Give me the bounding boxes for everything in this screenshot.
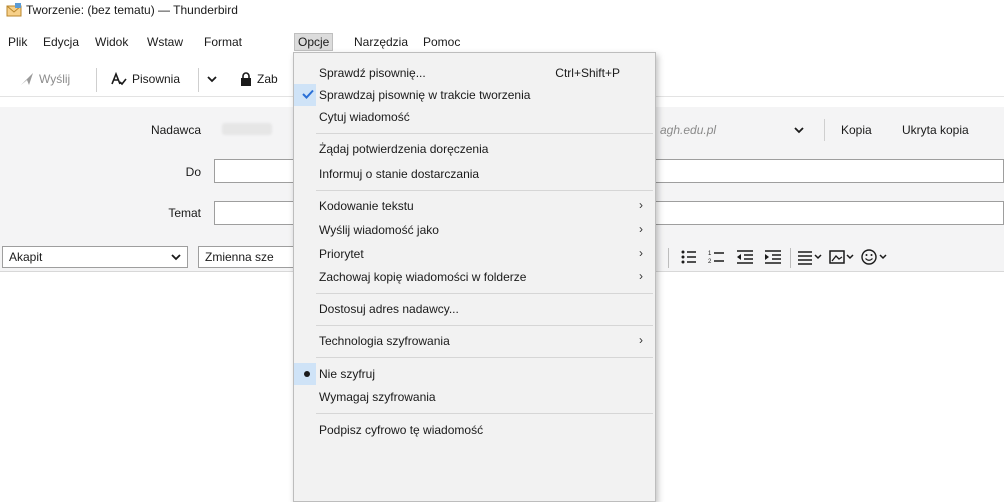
menu-plik[interactable]: Plik <box>5 34 30 50</box>
menu-opcje[interactable]: Opcje <box>294 33 334 51</box>
spelling-label: Pisownia <box>132 72 181 86</box>
menu-item-label: Żądaj potwierdzenia doręczenia <box>319 142 489 156</box>
submenu-arrow-icon: › <box>639 246 643 260</box>
spelling-button[interactable]: Pisownia <box>111 70 180 88</box>
toolbar-divider <box>198 68 199 92</box>
menu-item-quote-message[interactable]: Cytuj wiadomość <box>294 106 655 128</box>
submenu-arrow-icon: › <box>639 269 643 283</box>
menu-separator <box>316 413 653 414</box>
window-title: Tworzenie: (bez tematu) — Thunderbird <box>26 3 238 17</box>
menu-format[interactable]: Format <box>201 34 245 50</box>
menu-item-label: Priorytet <box>319 247 364 261</box>
menu-item-label: Sprawdzaj pisownię w trakcie tworzenia <box>319 88 531 102</box>
font-select-value: Zmienna sze <box>205 250 274 264</box>
menu-item-customize-from[interactable]: Dostosuj adres nadawcy... <box>294 298 655 320</box>
paragraph-format-value: Akapit <box>9 250 43 264</box>
menu-bar: Plik Edycja Widok Wstaw Format Opcje Nar… <box>0 31 1004 53</box>
menu-item-save-copy-folder[interactable]: Zachowaj kopię wiadomości w folderze › <box>294 266 655 288</box>
menu-item-priority[interactable]: Priorytet › <box>294 243 655 265</box>
menu-item-send-as[interactable]: Wyślij wiadomość jako › <box>294 219 655 241</box>
align-icon[interactable] <box>797 249 823 265</box>
send-label: Wyślij <box>39 72 71 86</box>
radio-bullet-icon <box>304 371 310 377</box>
menu-item-label: Technologia szyfrowania <box>319 334 450 348</box>
menu-item-shortcut: Ctrl+Shift+P <box>555 66 620 80</box>
menu-item-check-spelling[interactable]: Sprawdź pisownię... Ctrl+Shift+P <box>294 62 655 84</box>
svg-text:1: 1 <box>708 251 712 257</box>
chevron-down-icon[interactable] <box>794 126 804 134</box>
app-icon <box>6 3 22 17</box>
security-button[interactable]: Zab <box>240 70 278 88</box>
menu-item-label: Nie szyfruj <box>319 367 376 381</box>
bullet-list-icon[interactable] <box>680 249 698 265</box>
svg-text:2: 2 <box>708 259 712 265</box>
submenu-arrow-icon: › <box>639 333 643 347</box>
menu-separator <box>316 325 653 326</box>
from-label: Nadawca <box>150 123 201 137</box>
menu-item-label: Wymagaj szyfrowania <box>319 390 436 404</box>
send-icon <box>21 73 33 85</box>
spelling-dropdown-button[interactable] <box>207 70 217 88</box>
menu-item-label: Dostosuj adres nadawcy... <box>319 302 459 316</box>
to-label: Do <box>185 165 201 179</box>
font-select[interactable]: Zmienna sze <box>198 246 308 268</box>
menu-item-return-receipt[interactable]: Żądaj potwierdzenia doręczenia <box>294 138 655 160</box>
menu-item-label: Zachowaj kopię wiadomości w folderze <box>319 270 527 284</box>
format-divider <box>790 248 791 268</box>
from-address-redacted <box>222 123 272 135</box>
menu-separator <box>316 133 653 134</box>
menu-separator <box>316 357 653 358</box>
title-bar: Tworzenie: (bez tematu) — Thunderbird <box>0 0 1004 21</box>
security-label: Zab <box>257 72 278 86</box>
menu-wstaw[interactable]: Wstaw <box>144 34 186 50</box>
menu-item-label: Kodowanie tekstu <box>319 199 414 213</box>
menu-item-label: Podpisz cyfrowo tę wiadomość <box>319 423 484 437</box>
numbered-list-icon[interactable]: 1 2 <box>708 249 726 265</box>
subject-label: Temat <box>168 206 201 220</box>
outdent-icon[interactable] <box>736 249 754 265</box>
menu-item-do-not-encrypt[interactable]: Nie szyfruj <box>294 363 655 385</box>
header-divider <box>824 119 825 141</box>
menu-item-require-encryption[interactable]: Wymagaj szyfrowania <box>294 386 655 408</box>
submenu-arrow-icon: › <box>639 198 643 212</box>
spelling-icon <box>111 72 127 86</box>
image-icon[interactable] <box>829 249 855 265</box>
menu-narzedzia[interactable]: Narzędzia <box>351 34 411 50</box>
menu-item-text-encoding[interactable]: Kodowanie tekstu › <box>294 195 655 217</box>
menu-item-spellcheck-as-you-type[interactable]: Sprawdzaj pisownię w trakcie tworzenia <box>294 84 655 106</box>
menu-item-label: Wyślij wiadomość jako <box>319 223 439 237</box>
checkmark-icon <box>302 89 314 99</box>
lock-icon <box>241 72 251 86</box>
from-domain-text: agh.edu.pl <box>660 123 717 137</box>
format-divider <box>668 248 669 268</box>
emoji-icon[interactable] <box>861 249 889 265</box>
bcc-button[interactable]: Ukryta kopia <box>902 123 969 137</box>
chevron-down-icon <box>171 254 181 261</box>
submenu-arrow-icon: › <box>639 222 643 236</box>
menu-item-digitally-sign[interactable]: Podpisz cyfrowo tę wiadomość <box>294 419 655 441</box>
menu-separator <box>316 293 653 294</box>
cc-button[interactable]: Kopia <box>841 123 872 137</box>
toolbar-divider <box>96 68 97 92</box>
indent-icon[interactable] <box>764 249 782 265</box>
menu-separator <box>316 190 653 191</box>
menu-item-label: Cytuj wiadomość <box>319 110 410 124</box>
menu-widok[interactable]: Widok <box>92 34 131 50</box>
paragraph-format-select[interactable]: Akapit <box>2 246 188 268</box>
menu-item-label: Sprawdź pisownię... <box>319 66 426 80</box>
menu-item-encryption-technology[interactable]: Technologia szyfrowania › <box>294 330 655 352</box>
menu-item-label: Informuj o stanie dostarczania <box>319 167 480 181</box>
menu-edycja[interactable]: Edycja <box>40 34 82 50</box>
send-button[interactable]: Wyślij <box>20 70 70 88</box>
options-menu: Sprawdź pisownię... Ctrl+Shift+P Sprawdz… <box>293 52 656 502</box>
menu-item-delivery-status[interactable]: Informuj o stanie dostarczania <box>294 163 655 185</box>
menu-pomoc[interactable]: Pomoc <box>420 34 463 50</box>
chevron-down-icon <box>207 76 217 83</box>
